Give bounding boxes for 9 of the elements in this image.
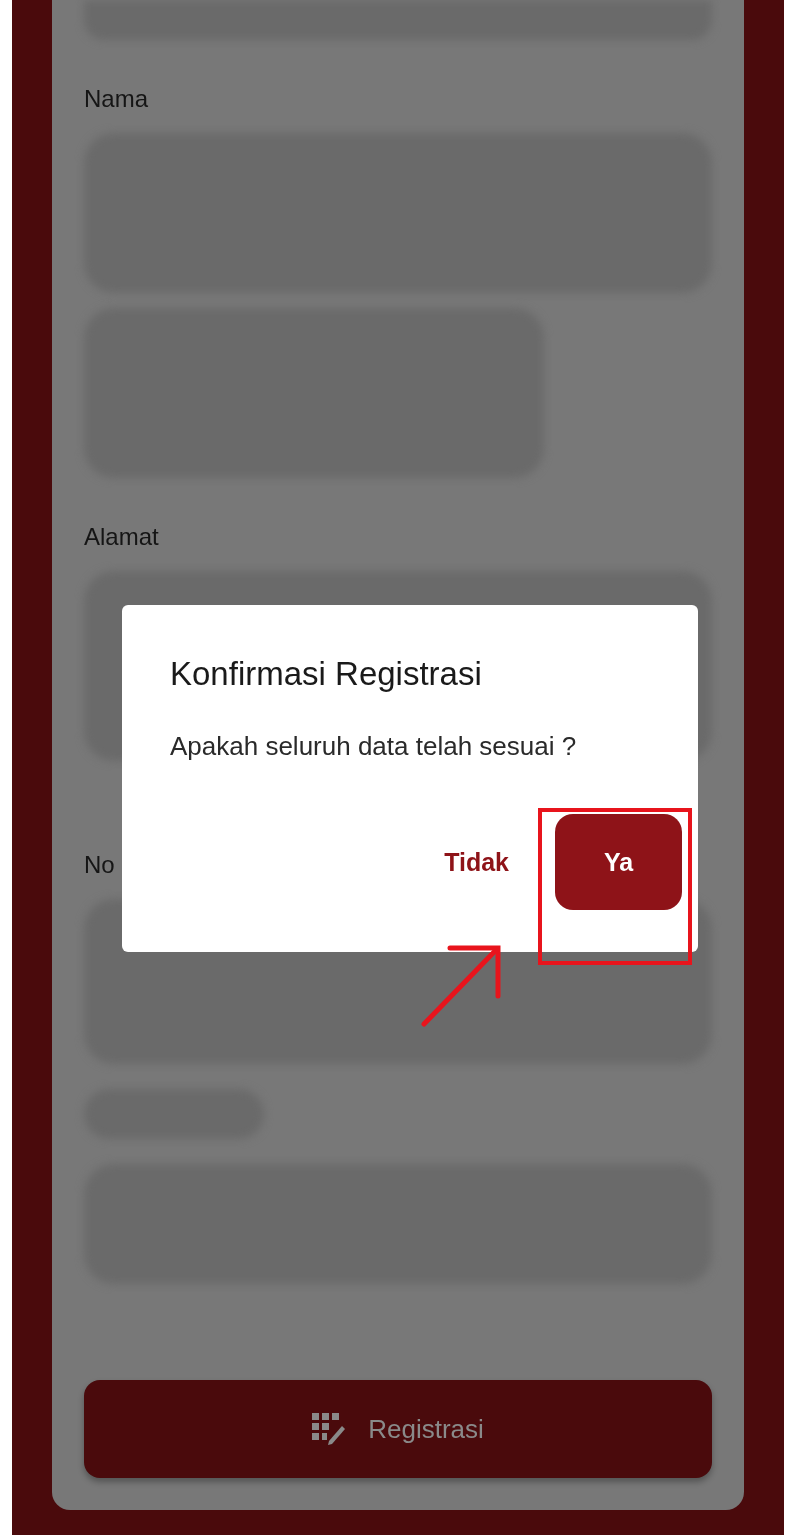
field-label: No [84, 851, 116, 879]
confirm-button[interactable]: Ya [555, 814, 682, 910]
field-label: Nama [84, 85, 150, 113]
dialog-message: Apakah seluruh data telah sesuai ? [170, 731, 578, 762]
dialog-title: Konfirmasi Registrasi [170, 655, 483, 693]
field-label: Alamat [84, 523, 160, 551]
register-button[interactable]: Registrasi [84, 1380, 712, 1478]
grid-pencil-icon [312, 1413, 347, 1445]
cancel-button[interactable]: Tidak [444, 841, 509, 883]
